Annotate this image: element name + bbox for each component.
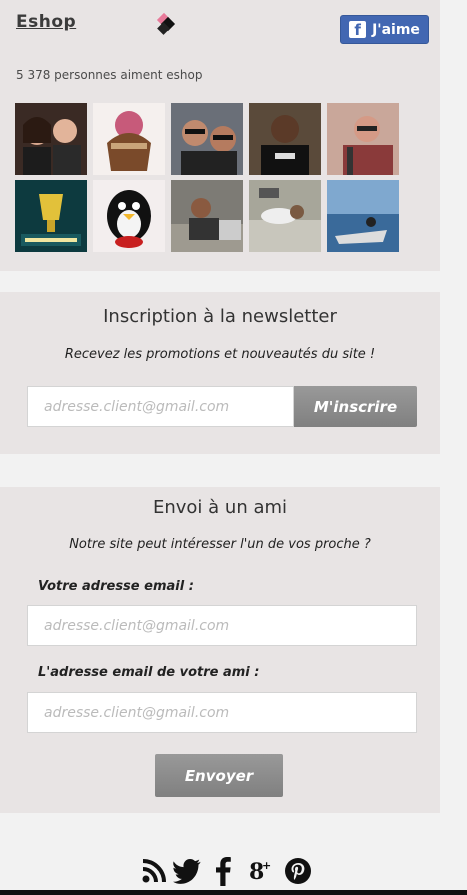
fan-avatar[interactable] — [93, 180, 165, 252]
fan-avatar[interactable] — [327, 180, 399, 252]
facebook-f-icon: f — [349, 21, 367, 39]
fan-avatar[interactable] — [15, 180, 87, 252]
send-to-friend-box: Envoi à un ami Notre site peut intéresse… — [0, 487, 440, 813]
your-email-label: Votre adresse email : — [38, 579, 194, 594]
send-to-friend-subtitle: Notre site peut intéresser l'un de vos p… — [69, 537, 371, 552]
friend-email-input[interactable]: adresse.client@gmail.com — [27, 692, 417, 733]
send-to-friend-title: Envoi à un ami — [152, 497, 288, 518]
fan-avatar[interactable] — [327, 103, 399, 175]
facebook-icon[interactable] — [205, 856, 241, 886]
facebook-page-name-link[interactable]: Eshop — [16, 12, 76, 32]
your-email-input[interactable]: adresse.client@gmail.com — [27, 605, 417, 646]
likes-count-text: 5 378 personnes aiment eshop — [16, 68, 203, 82]
rss-icon[interactable] — [137, 858, 171, 884]
fan-avatar[interactable] — [171, 103, 243, 175]
friend-email-label: L'adresse email de votre ami : — [38, 665, 260, 680]
newsletter-subtitle: Recevez les promotions et nouveautés du … — [64, 347, 376, 362]
google-plus-icon[interactable]: 8 + — [241, 857, 281, 885]
fan-avatar[interactable] — [249, 180, 321, 252]
facebook-like-box: Eshop f J'aime 5 378 personnes aiment es… — [0, 0, 440, 271]
fan-avatar[interactable] — [171, 180, 243, 252]
send-to-friend-button[interactable]: Envoyer — [155, 754, 283, 797]
newsletter-box: Inscription à la newsletter Recevez les … — [0, 292, 440, 454]
svg-text:+: + — [262, 859, 271, 872]
facebook-like-button[interactable]: f J'aime — [340, 15, 429, 44]
page-bottom-border — [0, 890, 467, 895]
like-label: J'aime — [372, 21, 420, 38]
social-links: 8 + — [137, 853, 337, 889]
newsletter-email-input[interactable]: adresse.client@gmail.com — [27, 386, 294, 427]
fan-avatar[interactable] — [15, 103, 87, 175]
pinterest-icon[interactable] — [281, 857, 315, 885]
eshop-logo-icon — [156, 12, 176, 35]
fan-avatar[interactable] — [249, 103, 321, 175]
newsletter-title: Inscription à la newsletter — [103, 306, 337, 327]
newsletter-subscribe-button[interactable]: M'inscrire — [294, 386, 417, 427]
fan-faces-grid — [15, 103, 405, 252]
twitter-icon[interactable] — [171, 858, 205, 884]
fan-avatar[interactable] — [93, 103, 165, 175]
